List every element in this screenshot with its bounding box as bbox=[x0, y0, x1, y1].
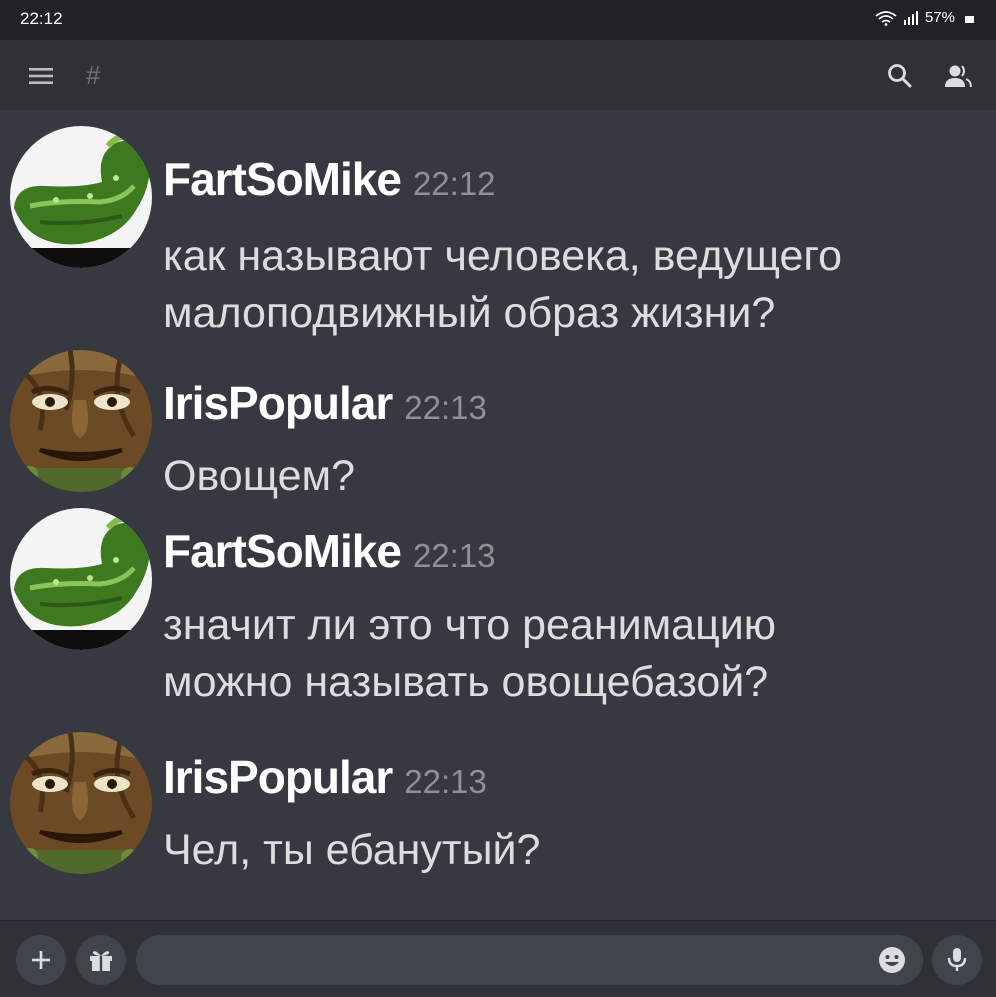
message-composer bbox=[0, 920, 996, 997]
members-icon[interactable] bbox=[944, 63, 972, 89]
gift-button[interactable] bbox=[76, 935, 126, 985]
cucumber-avatar[interactable] bbox=[10, 126, 152, 268]
message-line: значит ли это что реанимацию bbox=[163, 601, 776, 649]
gift-icon bbox=[90, 951, 112, 971]
message-text: значит ли это что реанимацию можно назыв… bbox=[163, 597, 983, 711]
battery-percentage: 57% bbox=[924, 9, 955, 26]
status-indicators: 57% bbox=[875, 9, 974, 26]
channel-hash-icon: # bbox=[86, 60, 101, 90]
search-icon[interactable] bbox=[887, 63, 913, 89]
tree-face-avatar[interactable] bbox=[10, 350, 152, 492]
status-time: 22:12 bbox=[20, 9, 63, 28]
microphone-icon bbox=[947, 948, 967, 971]
add-attachment-button[interactable] bbox=[16, 935, 66, 985]
message-line: как называют человека, ведущего bbox=[163, 232, 843, 280]
message-line: Чел, ты ебанутый? bbox=[163, 826, 541, 874]
message-header: FartSoMike 22:13 bbox=[163, 524, 496, 578]
message-author[interactable]: FartSoMike bbox=[163, 153, 402, 205]
message-list: FartSoMike 22:12 как называют человека, в… bbox=[0, 110, 996, 920]
cucumber-avatar[interactable] bbox=[10, 508, 152, 650]
message-header: IrisPopular 22:13 bbox=[163, 750, 487, 804]
message-header: IrisPopular 22:13 bbox=[163, 376, 487, 430]
wifi-icon bbox=[875, 10, 897, 26]
emoji-icon[interactable] bbox=[878, 946, 906, 974]
message-line: можно называть овощебазой? bbox=[163, 658, 769, 706]
message-text: Овощем? bbox=[163, 448, 983, 505]
message-input[interactable] bbox=[136, 935, 923, 985]
tree-face-avatar[interactable] bbox=[10, 732, 152, 874]
message-author[interactable]: FartSoMike bbox=[163, 525, 402, 577]
message-text: как называют человека, ведущего малоподв… bbox=[163, 228, 983, 342]
battery-icon bbox=[965, 16, 974, 23]
hamburger-menu-icon[interactable] bbox=[29, 67, 53, 85]
plus-icon bbox=[32, 951, 50, 969]
message-header: FartSoMike 22:12 bbox=[163, 152, 496, 206]
message-timestamp: 22:12 bbox=[412, 165, 496, 202]
message-timestamp: 22:13 bbox=[404, 763, 487, 800]
channel-header: # bbox=[0, 40, 996, 110]
message-timestamp: 22:13 bbox=[412, 537, 496, 574]
voice-message-button[interactable] bbox=[932, 935, 982, 985]
message-text: Чел, ты ебанутый? bbox=[163, 822, 983, 879]
signal-icon bbox=[903, 11, 918, 25]
message-line: Овощем? bbox=[163, 452, 356, 500]
status-bar: 22:12 57% bbox=[0, 0, 996, 40]
message-timestamp: 22:13 bbox=[404, 389, 487, 426]
message-author[interactable]: IrisPopular bbox=[163, 377, 393, 429]
message-author[interactable]: IrisPopular bbox=[163, 751, 393, 803]
message-line: малоподвижный образ жизни? bbox=[163, 289, 776, 337]
